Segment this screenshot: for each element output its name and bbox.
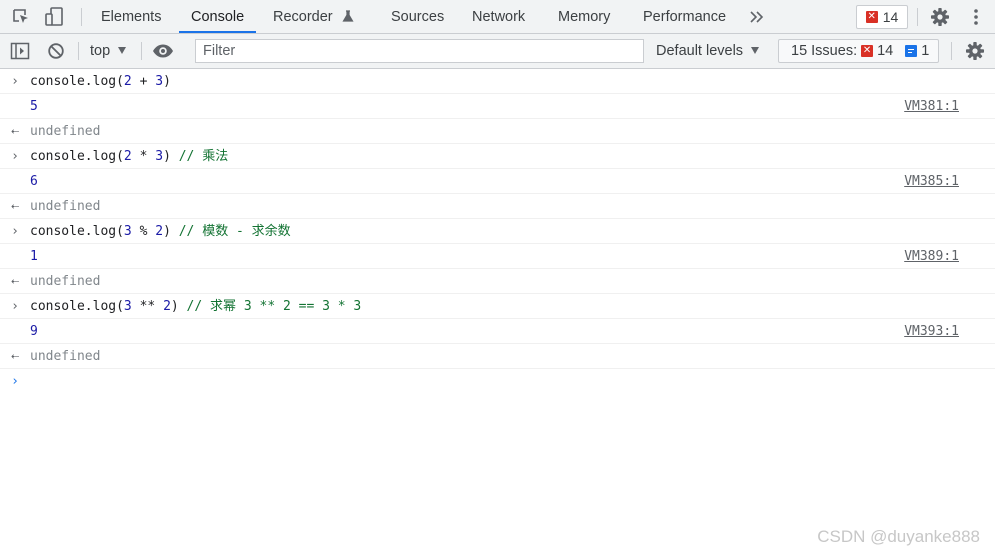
- filter-input[interactable]: [195, 39, 644, 63]
- inspect-element-icon[interactable]: [10, 7, 32, 27]
- separator: [951, 42, 952, 60]
- console-input-row: › console.log(2 * 3) // 乘法: [0, 144, 995, 169]
- log-output: 5: [30, 99, 38, 114]
- flask-icon: [342, 10, 354, 22]
- console-input-row: › console.log(3 % 2) // 模数 - 求余数: [0, 219, 995, 244]
- prompt-chevron-icon: ›: [11, 374, 19, 389]
- console-log-row: 9 VM393:1: [0, 319, 995, 344]
- log-levels-dropdown[interactable]: Default levels: [656, 34, 760, 68]
- log-output: 1: [30, 249, 38, 264]
- info-message-icon: [905, 45, 918, 57]
- clear-console-icon[interactable]: [46, 41, 66, 61]
- input-code: console.log(3 % 2) // 模数 - 求余数: [30, 224, 291, 239]
- tab-recorder-label: Recorder: [273, 9, 333, 25]
- console-messages: › console.log(2 + 3) 5 VM381:1 ⇠ undefin…: [0, 69, 995, 394]
- console-log-row: 5 VM381:1: [0, 94, 995, 119]
- error-count: 14: [882, 9, 899, 25]
- return-value: undefined: [30, 349, 101, 364]
- return-value: undefined: [30, 274, 101, 289]
- more-tabs-icon[interactable]: [748, 8, 766, 26]
- error-icon: ✕: [861, 45, 874, 57]
- console-toolbar: top Default levels 15 Issues: ✕ 14 1: [0, 34, 995, 69]
- show-sidebar-icon[interactable]: [9, 41, 31, 61]
- console-prompt[interactable]: ›: [0, 369, 995, 394]
- tab-network[interactable]: Network: [472, 0, 525, 33]
- tab-console[interactable]: Console: [178, 0, 257, 33]
- chevron-down-icon: [751, 47, 760, 54]
- input-code: console.log(3 ** 2) // 求幂 3 ** 2 == 3 * …: [30, 299, 362, 314]
- tab-elements[interactable]: Elements: [101, 0, 161, 33]
- context-selector[interactable]: top: [90, 34, 127, 68]
- source-link[interactable]: VM385:1: [904, 169, 959, 194]
- input-code: console.log(2 * 3) // 乘法: [30, 149, 229, 164]
- log-output: 9: [30, 324, 38, 339]
- settings-gear-icon[interactable]: [929, 6, 951, 28]
- log-output: 6: [30, 174, 38, 189]
- separator: [78, 42, 79, 60]
- source-link[interactable]: VM381:1: [904, 94, 959, 119]
- chevron-right-icon: ›: [11, 149, 19, 164]
- console-result-row: ⇠ undefined: [0, 269, 995, 294]
- tab-performance[interactable]: Performance: [643, 0, 726, 33]
- chevron-down-icon: [118, 47, 127, 54]
- return-arrow-icon: ⇠: [11, 274, 19, 289]
- console-log-row: 1 VM389:1: [0, 244, 995, 269]
- error-count-badge[interactable]: ✕ 14: [856, 5, 908, 29]
- source-link[interactable]: VM393:1: [904, 319, 959, 344]
- issues-error-count: 14: [877, 43, 894, 59]
- separator: [81, 8, 82, 26]
- issues-label: 15 Issues:: [791, 43, 858, 59]
- return-arrow-icon: ⇠: [11, 199, 19, 214]
- console-log-row: 6 VM385:1: [0, 169, 995, 194]
- chevron-right-icon: ›: [11, 224, 19, 239]
- return-arrow-icon: ⇠: [11, 124, 19, 139]
- issues-info-count: 1: [921, 43, 930, 59]
- console-result-row: ⇠ undefined: [0, 119, 995, 144]
- tab-memory[interactable]: Memory: [558, 0, 610, 33]
- return-value: undefined: [30, 199, 101, 214]
- tab-sources[interactable]: Sources: [391, 0, 444, 33]
- console-result-row: ⇠ undefined: [0, 344, 995, 369]
- return-arrow-icon: ⇠: [11, 349, 19, 364]
- separator: [141, 42, 142, 60]
- separator: [917, 8, 918, 26]
- return-value: undefined: [30, 124, 101, 139]
- more-options-icon[interactable]: [966, 6, 986, 28]
- context-value: top: [90, 43, 111, 59]
- input-code: console.log(2 + 3): [30, 74, 171, 89]
- watermark: CSDN @duyanke888: [817, 527, 980, 546]
- console-input-row: › console.log(2 + 3): [0, 69, 995, 94]
- source-link[interactable]: VM389:1: [904, 244, 959, 269]
- devtools-tab-bar: Elements Console Recorder Sources Networ…: [0, 0, 995, 34]
- chevron-right-icon: ›: [11, 74, 19, 89]
- chevron-right-icon: ›: [11, 299, 19, 314]
- console-result-row: ⇠ undefined: [0, 194, 995, 219]
- log-levels-label: Default levels: [656, 43, 744, 59]
- console-input-row: › console.log(3 ** 2) // 求幂 3 ** 2 == 3 …: [0, 294, 995, 319]
- issues-button[interactable]: 15 Issues: ✕ 14 1: [778, 39, 939, 63]
- live-expression-eye-icon[interactable]: [151, 41, 175, 61]
- device-toolbar-icon[interactable]: [44, 6, 66, 28]
- error-icon: ✕: [865, 11, 878, 23]
- tab-recorder[interactable]: Recorder: [273, 0, 354, 33]
- console-settings-gear-icon[interactable]: [964, 41, 986, 61]
